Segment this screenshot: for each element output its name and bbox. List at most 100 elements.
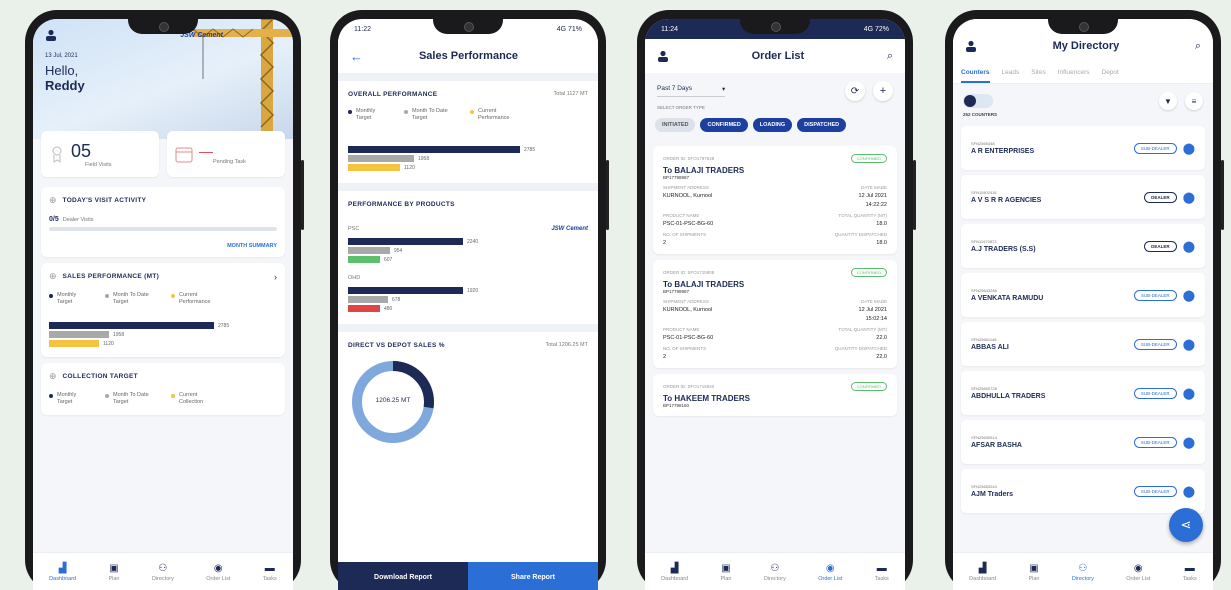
location-pin-icon[interactable]: ⬤	[1183, 142, 1195, 155]
location-pin-icon[interactable]: ⬤	[1183, 289, 1195, 302]
pending-task-label: Pending Task	[213, 159, 246, 165]
legend-mtd: Month To Date Target	[113, 292, 149, 306]
nav-tasks[interactable]: ▬ Tasks	[1183, 563, 1197, 582]
counters-count: 252 COUNTERS	[963, 112, 998, 117]
chevron-right-icon[interactable]: ›	[274, 272, 277, 282]
tab-dispatched[interactable]: DISPATCHED	[797, 118, 847, 132]
nav-order-list[interactable]: ◉ Order List	[206, 563, 230, 582]
nav-tasks[interactable]: ▬ Tasks	[875, 563, 889, 582]
nav-order-list[interactable]: ◉ Order List	[1126, 563, 1150, 582]
counter-code: SFN11902418	[971, 190, 997, 195]
directory-icon: ⚇	[158, 563, 168, 574]
list-item[interactable]: SFN2569348 A R ENTERPRISES SUB-DEALER ⬤	[961, 126, 1205, 170]
order-card[interactable]: ORDER ID: SFO1715840 CONFIRMED To HAKEEM…	[653, 374, 897, 416]
products-section: PERFORMANCE BY PRODUCTS PSC JSW Cement 22…	[338, 191, 598, 324]
qty-label: TOTAL QUANTITY (MT)	[838, 327, 887, 332]
nav-label: Order List	[206, 576, 231, 582]
list-item[interactable]: SFN25653244 AJM Traders SUB-DEALER ⬤	[961, 469, 1205, 513]
nav-dashboard[interactable]: ▟ Dashboard	[661, 563, 688, 582]
type-tag: SUB-DEALER	[1133, 485, 1177, 497]
nav-dashboard[interactable]: ▟ Dashboard	[49, 563, 76, 582]
list-item[interactable]: SFN11902418 A V S R R AGENCIES DEALER ⬤	[961, 175, 1205, 219]
list-item[interactable]: SFN25643286 A VENKATA RAMUDU SUB-DEALER ⬤	[961, 273, 1205, 317]
nav-directory[interactable]: ⚇ Directory	[1072, 563, 1094, 582]
profile-icon[interactable]	[965, 40, 977, 52]
order-card[interactable]: ORDER ID: SFO1797548 CONFIRMED To BALAJI…	[653, 146, 897, 254]
add-icon[interactable]: +	[873, 81, 893, 101]
order-card[interactable]: ORDER ID: SFO1715808 CONFIRMED To BALAJI…	[653, 260, 897, 368]
period-dropdown[interactable]: Past 7 Days ▾	[657, 85, 726, 97]
list-item[interactable]: SFN11970873 A.J TRADERS (S.S) DEALER ⬤	[961, 224, 1205, 268]
profile-icon[interactable]	[657, 50, 669, 62]
nav-plan[interactable]: ▣ Plan	[1028, 563, 1039, 582]
legend2-monthly: Monthly Target	[57, 392, 77, 406]
view-toggle[interactable]	[963, 94, 993, 108]
tab-leads[interactable]: Leads	[1002, 69, 1020, 83]
pending-task-card[interactable]: — Pending Task	[167, 131, 285, 177]
tab-confirmed[interactable]: CONFIRMED	[700, 118, 748, 132]
order-code: BP17798160	[663, 403, 690, 408]
list-item[interactable]: SFN25650728 ABDHULLA TRADERS SUB-DEALER ⬤	[961, 371, 1205, 415]
badge-icon	[49, 145, 65, 163]
share-fab[interactable]: ⋖	[1169, 508, 1203, 542]
nav-label: Plan	[108, 576, 120, 582]
counter-name: ABDHULLA TRADERS	[971, 393, 1046, 400]
sort-icon[interactable]: ≡	[1185, 92, 1203, 110]
nav-directory[interactable]: ⚇ Directory	[764, 563, 786, 582]
download-report-button[interactable]: Download Report	[338, 562, 468, 590]
collection-target-card[interactable]: ⊕ COLLECTION TARGET Monthly Target Month…	[41, 363, 285, 415]
sales-performance-card[interactable]: ⊕ SALES PERFORMANCE (MT) › Monthly Targe…	[41, 263, 285, 358]
counter-code: SFN11970873	[971, 239, 997, 244]
search-icon[interactable]: ⌕	[887, 50, 893, 63]
location-pin-icon[interactable]: ⬤	[1183, 338, 1195, 351]
bar-mtd-value: 1958	[113, 331, 125, 338]
list-item[interactable]: SFN25651148 ABBAS ALI SUB-DEALER ⬤	[961, 322, 1205, 366]
nav-tasks[interactable]: ▬ Tasks	[263, 563, 277, 582]
page-title: Sales Performance	[418, 50, 519, 62]
field-visits-card[interactable]: 05 Field Visits	[41, 131, 159, 177]
location-pin-icon[interactable]: ⬤	[1183, 485, 1195, 498]
tab-depot[interactable]: Depot	[1102, 69, 1119, 83]
nav-plan[interactable]: ▣ Plan	[108, 563, 119, 582]
tasks-icon: ▬	[264, 563, 275, 574]
order-to: To BALAJI TRADERS	[663, 166, 745, 175]
counter-code: SFN25650728	[971, 386, 997, 391]
collection-title: COLLECTION TARGET	[62, 373, 138, 381]
tab-counters[interactable]: Counters	[961, 69, 990, 83]
nav-label: Tasks	[874, 576, 889, 582]
profile-icon[interactable]	[45, 29, 57, 41]
direct-total: Total 1206.25 MT	[545, 342, 589, 349]
tab-loading[interactable]: LOADING	[752, 118, 793, 132]
legend2-mtd: Month To Date Target	[113, 392, 149, 406]
counter-code: SFN2569348	[971, 141, 995, 146]
dashboard-icon: ▟	[670, 563, 679, 574]
addr-value: KURNOOL, Kurnool	[663, 307, 713, 313]
tab-influencers[interactable]: Influencers	[1058, 69, 1090, 83]
counter-name: A VENKATA RAMUDU	[971, 295, 1044, 302]
location-pin-icon[interactable]: ⬤	[1183, 436, 1195, 449]
location-pin-icon[interactable]: ⬤	[1183, 191, 1195, 204]
qty-value: 22.0	[876, 335, 887, 341]
nav-directory[interactable]: ⚇ Directory	[152, 563, 174, 582]
location-pin-icon[interactable]: ⬤	[1183, 240, 1195, 253]
nav-plan[interactable]: ▣ Plan	[720, 563, 731, 582]
location-pin-icon[interactable]: ⬤	[1183, 387, 1195, 400]
refresh-icon[interactable]: ⟳	[845, 81, 865, 101]
tab-sites[interactable]: Sites	[1031, 69, 1045, 83]
bottom-nav: ▟ Dashboard ▣ Plan ⚇ Directory ◉ Order List …	[953, 552, 1213, 590]
prod-label: PRODUCT NAME	[663, 213, 700, 218]
share-report-button[interactable]: Share Report	[468, 562, 598, 590]
back-arrow-icon[interactable]: ←	[350, 49, 363, 64]
tab-initiated[interactable]: INITIATED	[655, 118, 696, 132]
counter-code: SFN25643286	[971, 288, 997, 293]
search-icon[interactable]: ⌕	[1195, 40, 1201, 53]
month-summary-link[interactable]: MONTH SUMMARY	[49, 243, 277, 249]
field-visits-label: Field Visits	[85, 161, 112, 168]
psc-bar-current-value: 607	[384, 256, 393, 263]
product2-label: OHD	[348, 275, 361, 282]
nav-dashboard[interactable]: ▟ Dashboard	[969, 563, 996, 582]
counter-name: AFSAR BASHA	[971, 442, 1022, 449]
filter-icon[interactable]: ▼	[1159, 92, 1177, 110]
list-item[interactable]: SFN25630914 AFSAR BASHA SUB-DEALER ⬤	[961, 420, 1205, 464]
nav-order-list[interactable]: ◉ Order List	[818, 563, 842, 582]
